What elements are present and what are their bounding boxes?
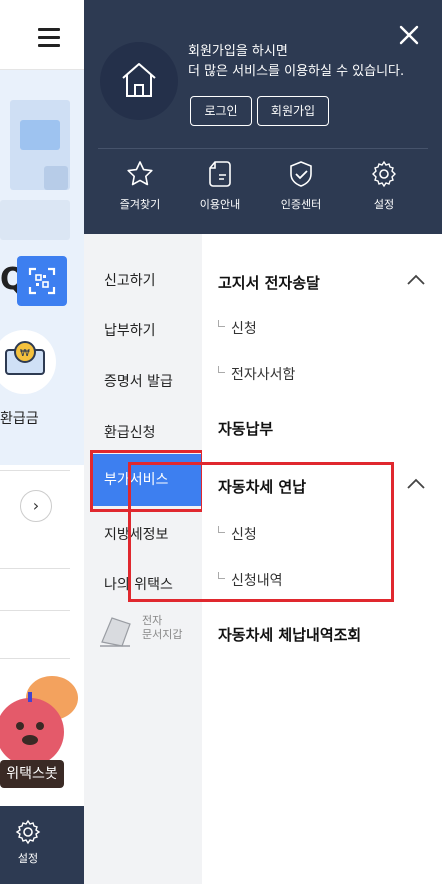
divider	[0, 470, 70, 471]
shield-check-icon	[290, 161, 312, 187]
divider	[0, 568, 70, 569]
chatbot-label[interactable]: 위택스봇	[0, 760, 64, 788]
submenu-group-car-tax-arrears[interactable]: 자동차세 체납내역조회	[218, 624, 361, 645]
background-page: Q ₩ 환급금 › 위택스봇 설정	[0, 0, 84, 884]
quick-favorites-label: 즐겨찾기	[119, 198, 161, 211]
divider	[0, 658, 70, 659]
document-icon	[209, 161, 231, 187]
quick-favorites[interactable]: 즐겨찾기	[104, 160, 176, 212]
settings-label: 설정	[17, 852, 39, 865]
background-top-bar	[0, 0, 84, 70]
divider	[0, 610, 70, 611]
submenu-group-auto-pay[interactable]: 자동납부	[218, 418, 273, 439]
menu-report[interactable]: 신고하기	[104, 270, 156, 290]
quick-auth-center[interactable]: 인증센터	[265, 160, 337, 212]
submenu-item-label: 신청	[231, 321, 257, 337]
login-button[interactable]: 로그인	[190, 96, 252, 126]
submenu-panel: 고지서 전자송달 신청 전자사서함 자동납부 자동차세 연납 신청 신청내역 자…	[202, 234, 442, 884]
quick-guide-label: 이용안내	[199, 198, 241, 211]
quick-guide[interactable]: 이용안내	[184, 160, 256, 212]
quick-settings-label: 설정	[373, 198, 395, 211]
hamburger-menu-icon[interactable]	[38, 28, 60, 47]
submenu-item-car-tax-apply[interactable]: 신청	[218, 524, 257, 544]
submenu-item-car-tax-history[interactable]: 신청내역	[218, 570, 283, 590]
edoc-wallet[interactable]: 전자 문서지갑	[98, 614, 194, 650]
chevron-up-icon[interactable]	[406, 478, 426, 490]
refund-label: 환급금	[0, 411, 39, 427]
submenu-item-label: 신청	[231, 527, 257, 543]
edoc-wallet-label: 전자 문서지갑	[142, 614, 182, 642]
quick-settings[interactable]: 설정	[348, 160, 420, 212]
quick-auth-center-label: 인증센터	[280, 198, 322, 211]
chevron-right-button[interactable]: ›	[20, 490, 52, 522]
submenu-item-label: 신청내역	[231, 573, 283, 589]
bottom-bar: 설정	[0, 806, 84, 884]
gear-icon	[372, 160, 396, 188]
menu-refund[interactable]: 환급신청	[104, 422, 156, 442]
gear-icon[interactable]	[14, 818, 42, 846]
welcome-message: 회원가입을 하시면 더 많은 서비스를 이용하실 수 있습니다.	[188, 42, 404, 82]
refund-icon[interactable]: ₩	[0, 330, 56, 394]
welcome-line-2: 더 많은 서비스를 이용하실 수 있습니다.	[188, 64, 405, 79]
menu-local-tax-info[interactable]: 지방세정보	[104, 524, 168, 544]
join-button[interactable]: 회원가입	[257, 96, 329, 126]
submenu-item-label: 전자사서함	[231, 367, 296, 383]
edoc-line-2: 문서지갑	[142, 628, 183, 641]
star-icon	[127, 161, 153, 186]
menu-payment[interactable]: 납부하기	[104, 320, 156, 340]
menu-extra-services[interactable]: 부가서비스	[90, 454, 208, 506]
svg-text:₩: ₩	[20, 348, 30, 359]
drawer-header: 회원가입을 하시면 더 많은 서비스를 이용하실 수 있습니다. 로그인 회원가…	[84, 0, 442, 234]
submenu-group-car-tax-annual[interactable]: 자동차세 연납	[218, 476, 306, 497]
header-divider	[98, 148, 428, 149]
wallet-icon	[100, 617, 131, 647]
qr-scan-button[interactable]	[17, 256, 67, 306]
menu-my-wetax[interactable]: 나의 위택스	[104, 574, 173, 594]
welcome-line-1: 회원가입을 하시면	[188, 44, 288, 59]
menu-certificate[interactable]: 증명서 발급	[104, 371, 173, 391]
side-drawer: 회원가입을 하시면 더 많은 서비스를 이용하실 수 있습니다. 로그인 회원가…	[84, 0, 442, 884]
submenu-group-e-delivery[interactable]: 고지서 전자송달	[218, 272, 320, 293]
submenu-item-apply[interactable]: 신청	[218, 318, 257, 338]
qr-code-icon	[28, 267, 56, 295]
submenu-item-e-mailbox[interactable]: 전자사서함	[218, 364, 295, 384]
home-icon[interactable]	[100, 42, 178, 120]
chevron-up-icon[interactable]	[406, 274, 426, 286]
edoc-line-1: 전자	[142, 614, 163, 627]
